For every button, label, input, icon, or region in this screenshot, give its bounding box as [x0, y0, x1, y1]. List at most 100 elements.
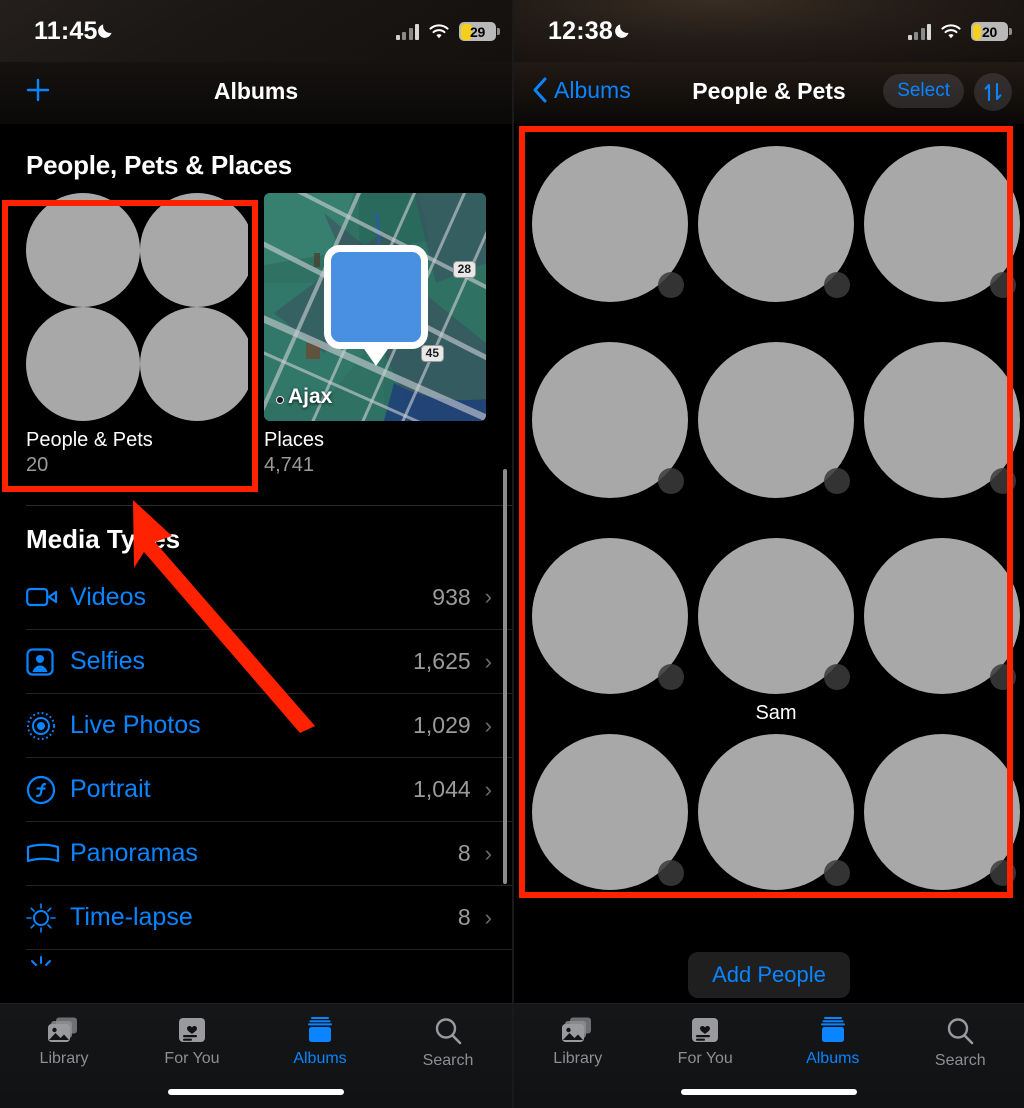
- tab-for-you[interactable]: For You: [128, 1016, 256, 1068]
- person-cell[interactable]: [532, 734, 688, 922]
- media-row-partial[interactable]: [26, 949, 512, 989]
- person-cell[interactable]: [864, 734, 1020, 922]
- tab-search[interactable]: Search: [897, 1016, 1024, 1070]
- media-row-time-lapse[interactable]: Time-lapse 8 ›: [26, 885, 512, 949]
- city-dot-icon: [276, 396, 284, 404]
- for-you-icon: [692, 1018, 719, 1042]
- portrait-icon: [26, 775, 70, 805]
- tab-albums[interactable]: Albums: [256, 1016, 384, 1068]
- card-title: Places: [264, 429, 325, 451]
- person-avatar: [532, 146, 688, 302]
- person-avatar: [532, 342, 688, 498]
- media-row-label: Selfies: [70, 647, 146, 675]
- people-grid: Sam: [514, 124, 1024, 922]
- live-photo-icon: [26, 711, 70, 741]
- people-and-pets-thumbnail: [26, 193, 248, 421]
- status-indicators: 29: [395, 22, 500, 41]
- battery-percent: 29: [470, 23, 485, 40]
- person-cell[interactable]: [532, 538, 688, 726]
- timelapse-icon: [26, 902, 70, 933]
- person-cell[interactable]: [698, 342, 854, 530]
- person-name: Sam: [755, 702, 797, 724]
- person-avatar: [532, 538, 688, 694]
- section-heading-media-types: Media Types: [26, 524, 181, 554]
- media-row-live-photos[interactable]: Live Photos 1,029 ›: [26, 693, 512, 757]
- person-cell[interactable]: [698, 734, 854, 922]
- media-row-count: 8: [457, 904, 471, 930]
- nav-bar-right: Albums People & Pets Select: [514, 62, 1024, 124]
- face-circle: [140, 193, 248, 307]
- media-row-count: 1,029: [413, 712, 471, 738]
- media-row-label: Time-lapse: [70, 903, 193, 931]
- face-circle-group: [26, 193, 248, 421]
- add-people-container: Add People: [514, 952, 1024, 998]
- left-phone-screen: 11:45 29 Albums People, Pets & Places Pe…: [0, 0, 512, 1108]
- add-people-button[interactable]: Add People: [688, 952, 850, 998]
- tab-label: Search: [422, 1052, 474, 1069]
- person-avatar: [698, 538, 854, 694]
- search-icon: [435, 1018, 462, 1045]
- scrollbar[interactable]: [503, 469, 507, 884]
- select-button[interactable]: Select: [883, 74, 964, 108]
- home-indicator: [168, 1089, 344, 1095]
- tab-albums[interactable]: Albums: [769, 1016, 897, 1068]
- sort-arrows-icon: [984, 82, 1002, 102]
- person-cell[interactable]: [532, 342, 688, 530]
- chevron-right-icon: ›: [484, 904, 492, 930]
- photo-library-icon: [561, 1017, 591, 1042]
- person-avatar: [532, 734, 688, 890]
- right-phone-screen: 12:38 20 Albums People & Pets Select Sam…: [512, 0, 1024, 1108]
- status-bar-right: 12:38 20: [514, 0, 1024, 62]
- dual-phone-screenshot: 11:45 29 Albums People, Pets & Places Pe…: [0, 0, 1024, 1108]
- chevron-right-icon: ›: [484, 776, 492, 802]
- highway-shield-icon: 45: [420, 345, 444, 363]
- person-cell[interactable]: [864, 146, 1020, 334]
- card-count: 20: [26, 454, 49, 476]
- crescent-moon-icon: [615, 24, 629, 38]
- person-cell[interactable]: [864, 538, 1020, 726]
- media-row-portrait[interactable]: Portrait 1,044 ›: [26, 757, 512, 821]
- media-row-videos[interactable]: Videos 938 ›: [26, 565, 512, 629]
- selfie-icon: [26, 647, 70, 676]
- people-and-pets-card[interactable]: People & Pets 20: [26, 193, 248, 477]
- wifi-icon: [429, 23, 449, 38]
- places-thumbnail: 28 45 Ajax: [264, 193, 486, 421]
- media-row-count: 1,625: [413, 648, 471, 674]
- media-row-label: Live Photos: [70, 711, 201, 739]
- media-row-selfies[interactable]: Selfies 1,625 ›: [26, 629, 512, 693]
- places-card[interactable]: 28 45 Ajax Places 4,741: [264, 193, 486, 477]
- person-cell[interactable]: [532, 146, 688, 334]
- chevron-right-icon: ›: [484, 584, 492, 609]
- tab-search[interactable]: Search: [384, 1016, 512, 1070]
- albums-content: People, Pets & Places People & Pets 20 2…: [0, 124, 512, 989]
- person-cell[interactable]: Sam: [698, 538, 854, 726]
- tab-label: Search: [934, 1052, 986, 1069]
- tab-library[interactable]: Library: [0, 1016, 128, 1068]
- person-avatar: [864, 538, 1020, 694]
- media-row-panoramas[interactable]: Panoramas 8 ›: [26, 821, 512, 885]
- person-avatar: [864, 146, 1020, 302]
- person-avatar: [698, 342, 854, 498]
- media-row-label: Videos: [70, 582, 146, 611]
- tab-library[interactable]: Library: [514, 1016, 642, 1068]
- media-row-count: 938: [432, 583, 471, 610]
- face-circle: [140, 307, 248, 421]
- tab-for-you[interactable]: For You: [642, 1016, 770, 1068]
- tab-label: For You: [164, 1050, 220, 1067]
- person-cell[interactable]: [698, 146, 854, 334]
- face-circle: [26, 307, 140, 421]
- person-avatar: [864, 342, 1020, 498]
- battery-indicator: 20: [971, 22, 1012, 41]
- panorama-icon: [26, 843, 70, 865]
- people-places-cards: People & Pets 20 28 45 Ajax Places 4,741: [0, 193, 512, 477]
- wifi-icon: [941, 23, 961, 38]
- person-cell[interactable]: [864, 342, 1020, 530]
- status-time: 12:38: [548, 17, 613, 45]
- media-row-count: 8: [457, 840, 471, 866]
- tab-label: Library: [39, 1050, 89, 1067]
- search-icon: [948, 1018, 974, 1045]
- chevron-right-icon: ›: [484, 840, 492, 866]
- sort-button[interactable]: [974, 73, 1012, 111]
- card-title: People & Pets: [26, 429, 153, 451]
- for-you-icon: [179, 1018, 205, 1042]
